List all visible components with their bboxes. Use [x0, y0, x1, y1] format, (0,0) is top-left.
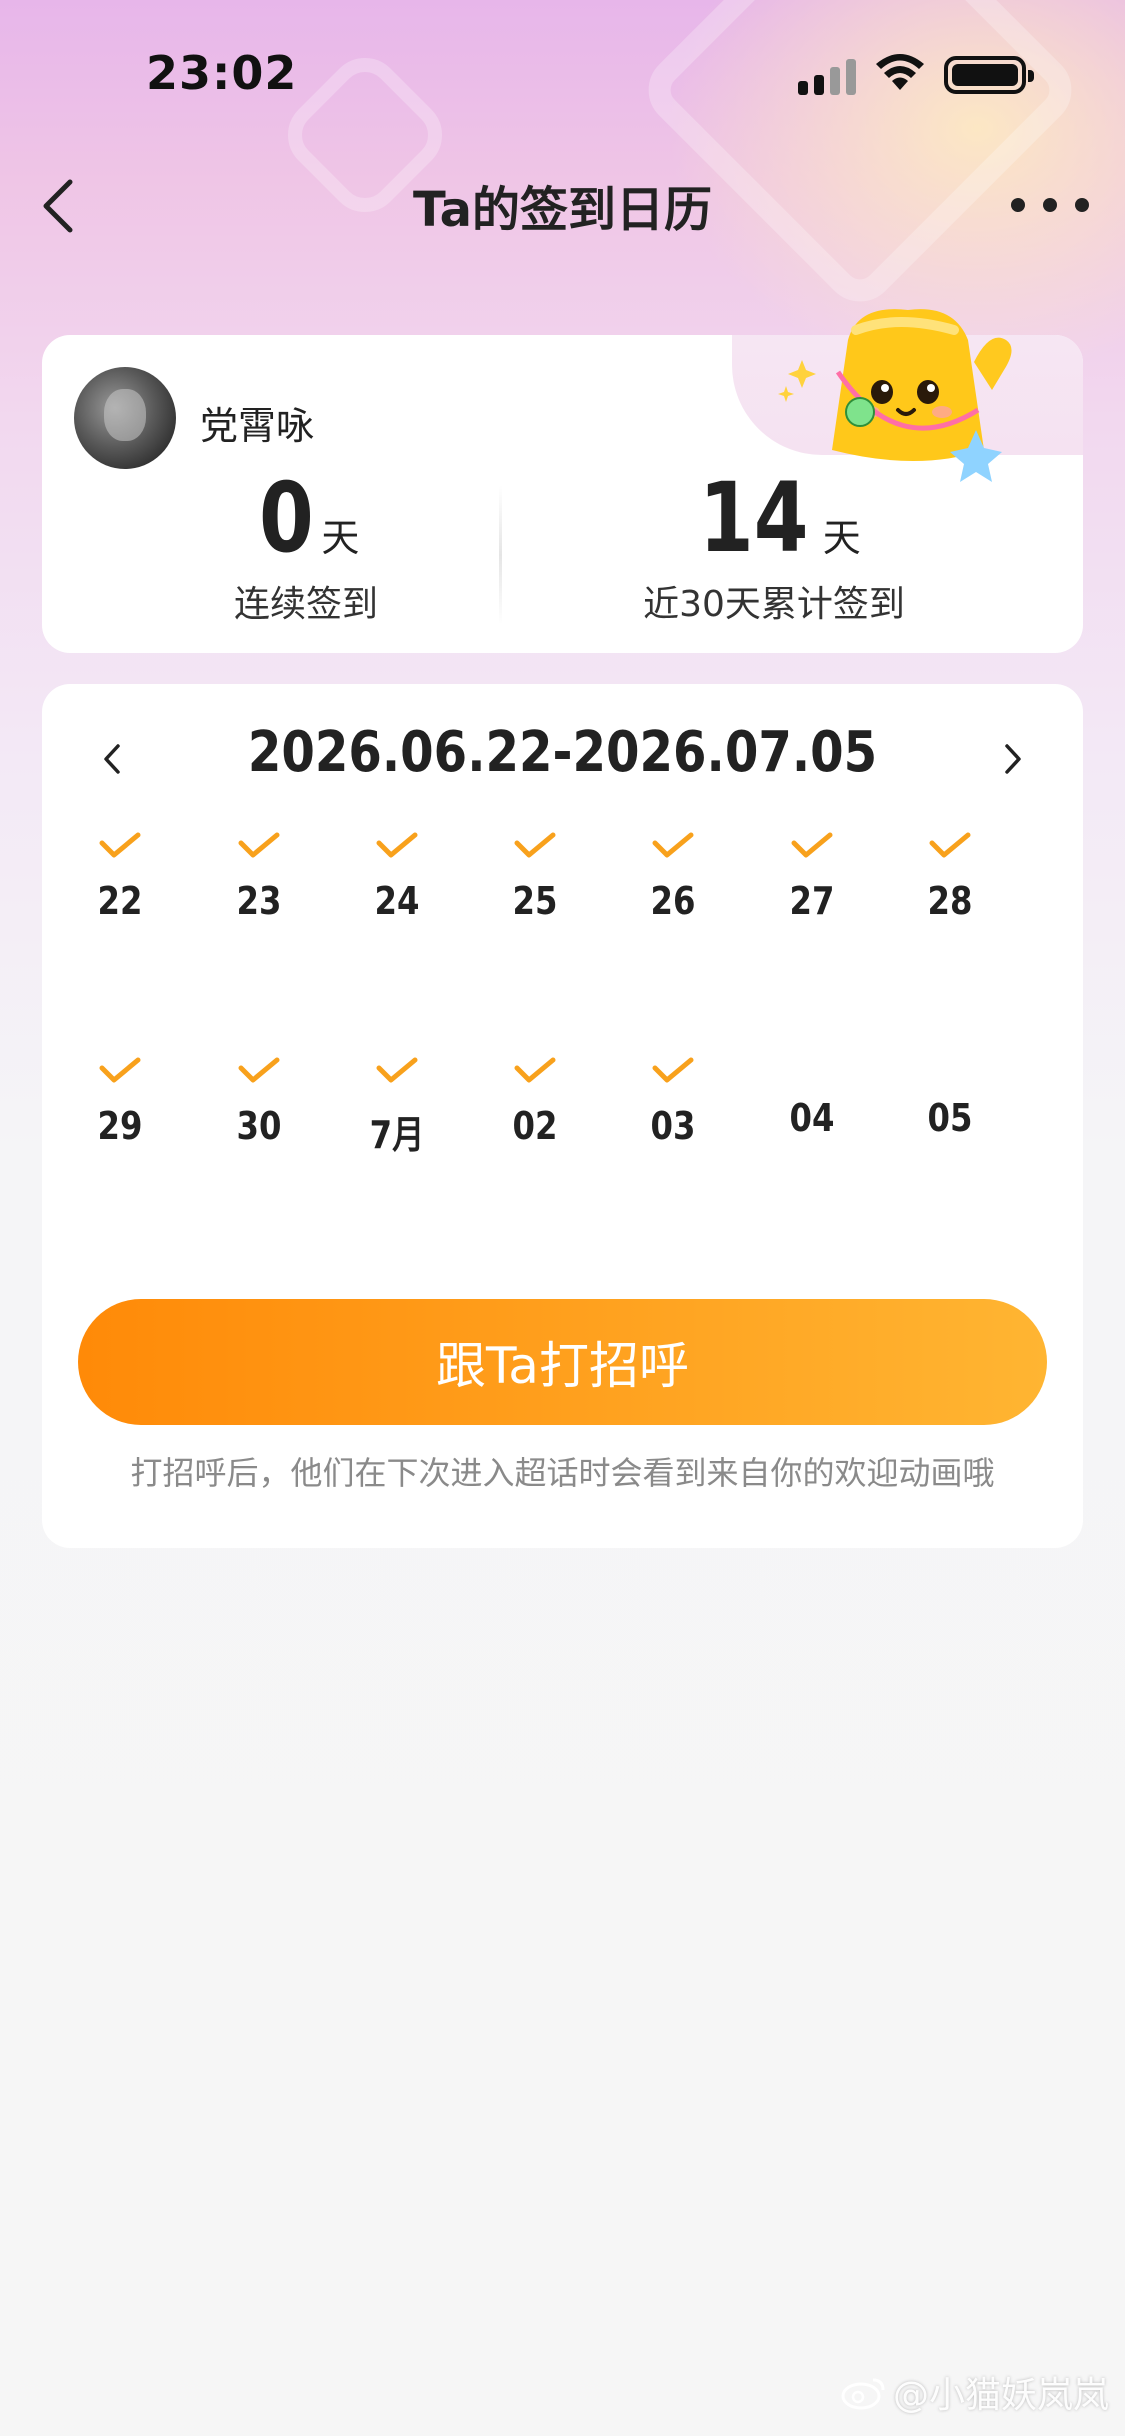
page-title: Ta的签到日历: [413, 182, 712, 238]
check-icon: [929, 832, 971, 858]
username: 党霄咏: [200, 404, 315, 448]
avatar[interactable]: [74, 367, 176, 469]
calendar-card: 2026.06.22-2026.07.05 22 23 24 25 26 27 28 29 30…: [42, 684, 1083, 1548]
more-options-icon[interactable]: [1011, 190, 1089, 220]
calendar-day: 7月: [342, 1056, 452, 1186]
calendar-day-label: 25: [512, 879, 558, 923]
calendar-day: 02: [480, 1056, 590, 1186]
check-icon: [652, 832, 694, 858]
check-icon: [514, 832, 556, 858]
calendar-day-label: 27: [789, 879, 835, 923]
check-icon: [376, 1057, 418, 1083]
calendar-day-label: 02: [512, 1104, 558, 1148]
total-label: 近30天累计签到: [643, 584, 905, 625]
next-week-chevron-icon[interactable]: [987, 734, 1037, 784]
status-time: 23:02: [146, 46, 298, 100]
stat-divider: [499, 485, 502, 625]
check-icon: [238, 832, 280, 858]
calendar-day: 23: [204, 831, 314, 961]
check-icon: [99, 1057, 141, 1083]
streak-unit: 天: [321, 516, 360, 560]
calendar-day-label: 04: [789, 1096, 835, 1140]
calendar-day: 27: [757, 831, 867, 961]
total-unit: 天: [822, 516, 861, 560]
calendar-day: 24: [342, 831, 452, 961]
calendar-day-label: 03: [650, 1104, 696, 1148]
calendar-day: 29: [65, 1056, 175, 1186]
calendar-day: 30: [204, 1056, 314, 1186]
watermark-text: @小猫妖岚岚: [892, 2375, 1109, 2416]
watermark: @小猫妖岚岚: [841, 2366, 1109, 2418]
check-icon: [514, 1057, 556, 1083]
check-icon: [376, 832, 418, 858]
calendar-day: 05: [895, 1056, 1005, 1186]
mascot-illustration: [778, 309, 1012, 482]
calendar-day-label: 28: [927, 879, 973, 923]
calendar-day: 26: [618, 831, 728, 961]
calendar-day: 04: [757, 1056, 867, 1186]
calendar-day-label: 7月: [369, 1113, 425, 1157]
cellular-signal-icon: [798, 57, 860, 95]
calendar-day-label: 29: [97, 1104, 143, 1148]
nav-bar: Ta的签到日历: [0, 150, 1125, 260]
streak-stat: 0天 连续签到: [106, 463, 506, 627]
calendar-day: 22: [65, 831, 175, 961]
calendar-day: 28: [895, 831, 1005, 961]
calendar-day-label: 05: [927, 1096, 973, 1140]
check-icon: [652, 1057, 694, 1083]
calendar-day-label: 26: [650, 879, 696, 923]
calendar-day-label: 22: [97, 879, 143, 923]
greet-button[interactable]: 跟Ta打招呼: [78, 1299, 1047, 1425]
check-icon: [791, 832, 833, 858]
date-range: 2026.06.22-2026.07.05: [247, 720, 878, 785]
battery-icon: [944, 56, 1034, 94]
page: 23:02 Ta的签到日历 党霄咏 0 天 连续签到 14 天 近30天累计签到…: [0, 0, 1125, 2436]
check-icon: [238, 1057, 280, 1083]
calendar-day-label: 23: [236, 879, 282, 923]
weibo-logo-icon: [841, 2378, 885, 2410]
wifi-icon: [876, 54, 924, 90]
calendar-day: 03: [618, 1056, 728, 1186]
status-bar: 23:02: [0, 0, 1125, 140]
calendar-day-label: 24: [374, 879, 420, 923]
greet-hint: 打招呼后，他们在下次进入超话时会看到来自你的欢迎动画哦: [130, 1454, 995, 1492]
calendar-day-label: 30: [236, 1104, 282, 1148]
streak-value: 0: [258, 462, 314, 574]
streak-label: 连续签到: [233, 584, 378, 625]
check-icon: [99, 832, 141, 858]
calendar-day: 25: [480, 831, 590, 961]
